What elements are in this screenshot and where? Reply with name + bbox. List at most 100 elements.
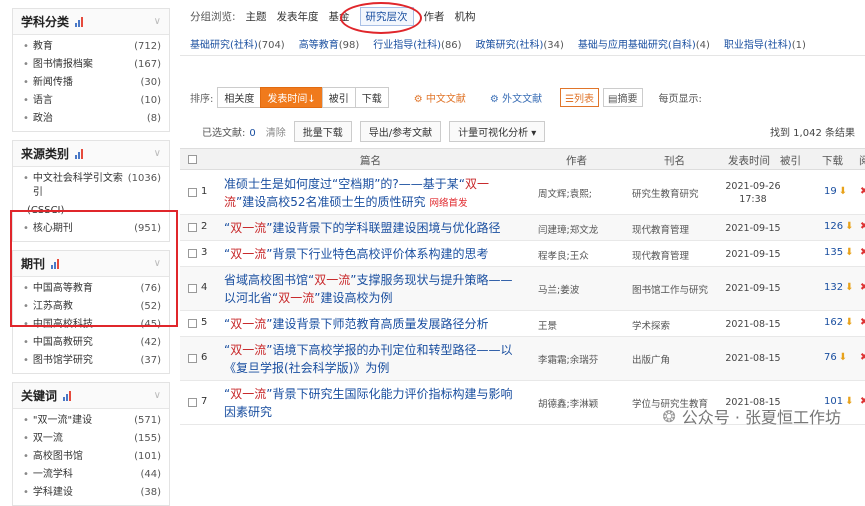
journal-name[interactable]: 图书馆工作与研究 — [632, 282, 718, 296]
facet-item[interactable]: • 一流学科 (44) — [13, 466, 169, 484]
facet-item[interactable]: • 中国高等教育 (76) — [13, 280, 169, 298]
facet-keywords-header[interactable]: 关键词 ∨ — [13, 383, 169, 409]
col-date[interactable]: 发表时间 — [728, 153, 770, 168]
col-downloads[interactable]: 下载 — [822, 153, 843, 168]
facet-item[interactable]: • 中文社会科学引文索引 (1036) — [13, 170, 169, 202]
read-icon[interactable]: ✖ — [860, 282, 865, 293]
level-item[interactable]: 职业指导(社科)(1) — [724, 36, 806, 51]
download-count[interactable]: 76 ⬇ — [824, 352, 847, 363]
facet-item[interactable]: • 教育 (712) — [13, 38, 169, 56]
facet-item[interactable]: • 语言 (10) — [13, 92, 169, 110]
article-title[interactable]: “双一流”语境下高校学报的办刊定位和转型路径——以《复旦学报(社会科学版)》为例 — [224, 341, 514, 377]
facet-item[interactable]: • 中国高校科技 (45) — [13, 316, 169, 334]
row-checkbox[interactable] — [188, 284, 197, 293]
sort-downloads[interactable]: 下载 — [354, 86, 389, 108]
article-title[interactable]: 省域高校图书馆“双一流”支撑服务现状与提升策略——以河北省“双一流”建设高校为例 — [224, 271, 514, 307]
author-names[interactable]: 周文辉;袁熙; — [538, 186, 604, 200]
watermark: ❂ 公众号 · 张夏恒工作坊 — [662, 404, 841, 428]
journal-name[interactable]: 出版广角 — [632, 352, 718, 366]
level-item[interactable]: 基础与应用基础研究(自科)(4) — [578, 36, 710, 51]
export-button[interactable]: 导出/参考文献 — [359, 120, 442, 142]
chevron-down-icon[interactable]: ∨ — [154, 258, 161, 269]
select-all-checkbox[interactable] — [188, 155, 197, 164]
row-checkbox[interactable] — [188, 223, 197, 232]
author-names[interactable]: 程孝良;王众 — [538, 248, 604, 262]
author-names[interactable]: 王景 — [538, 318, 604, 332]
col-cited[interactable]: 被引 — [780, 153, 801, 168]
read-icon[interactable]: ✖ — [860, 396, 865, 407]
read-icon[interactable]: ✖ — [860, 221, 865, 232]
chart-icon[interactable] — [51, 258, 60, 269]
chevron-down-icon[interactable]: ∨ — [154, 390, 161, 401]
article-title[interactable]: “双一流”背景下研究生国际化能力评价指标构建与影响因素研究 — [224, 385, 514, 421]
facet-item[interactable]: • 图书馆学研究 (37) — [13, 352, 169, 370]
row-checkbox[interactable] — [188, 188, 197, 197]
chevron-down-icon[interactable]: ∨ — [154, 16, 161, 27]
journal-name[interactable]: 学术探索 — [632, 318, 718, 332]
chinese-docs-toggle[interactable]: ⚙ 中文文献 — [414, 90, 466, 105]
clear-button[interactable]: 清除 — [266, 124, 286, 139]
row-checkbox[interactable] — [188, 354, 197, 363]
author-names[interactable]: 马兰;姜波 — [538, 282, 604, 296]
abstract-view-button[interactable]: ▤摘要 — [603, 87, 643, 107]
col-author[interactable]: 作者 — [566, 153, 587, 168]
read-icon[interactable]: ✖ — [860, 247, 865, 258]
chart-icon[interactable] — [63, 390, 72, 401]
read-icon[interactable]: ✖ — [860, 352, 865, 363]
download-count[interactable]: 162 ⬇ — [824, 317, 853, 328]
facet-item[interactable]: • 新闻传播 (30) — [13, 74, 169, 92]
author-names[interactable]: 胡德鑫;李淋颖 — [538, 396, 604, 410]
author-names[interactable]: 李霜霜;余瑞芬 — [538, 352, 604, 366]
facet-item[interactable]: • 高校图书馆 (101) — [13, 448, 169, 466]
col-title[interactable]: 篇名 — [360, 153, 381, 168]
facet-item[interactable]: • 核心期刊 (951) — [13, 220, 169, 238]
level-item[interactable]: 高等教育(98) — [299, 36, 360, 51]
row-checkbox[interactable] — [188, 398, 197, 407]
level-item[interactable]: 基础研究(社科)(704) — [190, 36, 285, 51]
article-title[interactable]: “双一流”建设背景下的学科联盟建设困境与优化路径 — [224, 219, 514, 237]
batch-download-button[interactable]: 批量下载 — [293, 120, 352, 142]
download-count[interactable]: 135 ⬇ — [824, 247, 853, 258]
row-checkbox[interactable] — [188, 319, 197, 328]
chevron-down-icon[interactable]: ∨ — [154, 148, 161, 159]
level-item[interactable]: 政策研究(社科)(34) — [476, 36, 564, 51]
download-count[interactable]: 132 ⬇ — [824, 282, 853, 293]
article-title[interactable]: “双一流”建设背景下师范教育高质量发展路径分析 — [224, 315, 514, 333]
foreign-docs-toggle[interactable]: ⚙ 外文文献 — [490, 90, 542, 105]
facet-subjects-header[interactable]: 学科分类 ∨ — [13, 9, 169, 35]
tab-subject[interactable]: 主题 — [246, 9, 267, 24]
facet-item[interactable]: • 江苏高教 (52) — [13, 298, 169, 316]
level-item[interactable]: 行业指导(社科)(86) — [373, 36, 461, 51]
sort-cited[interactable]: 被引 — [321, 86, 356, 108]
row-checkbox[interactable] — [188, 249, 197, 258]
journal-name[interactable]: 现代教育管理 — [632, 248, 718, 262]
journal-name[interactable]: 现代教育管理 — [632, 222, 718, 236]
facet-sources-header[interactable]: 来源类别 ∨ — [13, 141, 169, 167]
chart-icon[interactable] — [75, 148, 84, 159]
author-names[interactable]: 闫建璋;郑文龙 — [538, 222, 604, 236]
facet-item[interactable]: • 学科建设 (38) — [13, 484, 169, 502]
tab-institution[interactable]: 机构 — [455, 9, 476, 24]
visual-analysis-dropdown[interactable]: 计量可视化分析 ▾ — [449, 120, 546, 142]
facet-journals-header[interactable]: 期刊 ∨ — [13, 251, 169, 277]
read-icon[interactable]: ✖ — [860, 186, 865, 197]
facet-item[interactable]: • 双一流 (155) — [13, 430, 169, 448]
tab-author[interactable]: 作者 — [424, 9, 445, 24]
chart-icon[interactable] — [75, 16, 84, 27]
tab-year[interactable]: 发表年度 — [277, 9, 319, 24]
facet-item[interactable]: • 图书情报档案 (167) — [13, 56, 169, 74]
table-row: 5 “双一流”建设背景下师范教育高质量发展路径分析 王景 学术探索 2021-0… — [180, 311, 865, 337]
download-count[interactable]: 19 ⬇ — [824, 186, 847, 197]
facet-item[interactable]: • "双一流"建设 (571) — [13, 412, 169, 430]
read-icon[interactable]: ✖ — [860, 317, 865, 328]
article-title[interactable]: 准硕士生是如何度过“空档期”的?——基于某“双一流”建设高校52名准硕士生的质性… — [224, 175, 514, 213]
list-view-button[interactable]: ☰列表 — [560, 87, 600, 107]
article-title[interactable]: “双一流”背景下行业特色高校评价体系构建的思考 — [224, 245, 514, 263]
sort-date[interactable]: 发表时间↓ — [260, 86, 323, 108]
download-count[interactable]: 126 ⬇ — [824, 221, 853, 232]
journal-name[interactable]: 研究生教育研究 — [632, 186, 718, 200]
col-journal[interactable]: 刊名 — [664, 153, 685, 168]
facet-item[interactable]: • 政治 (8) — [13, 110, 169, 128]
sort-relevance[interactable]: 相关度 — [217, 86, 262, 108]
facet-item[interactable]: • 中国高教研究 (42) — [13, 334, 169, 352]
